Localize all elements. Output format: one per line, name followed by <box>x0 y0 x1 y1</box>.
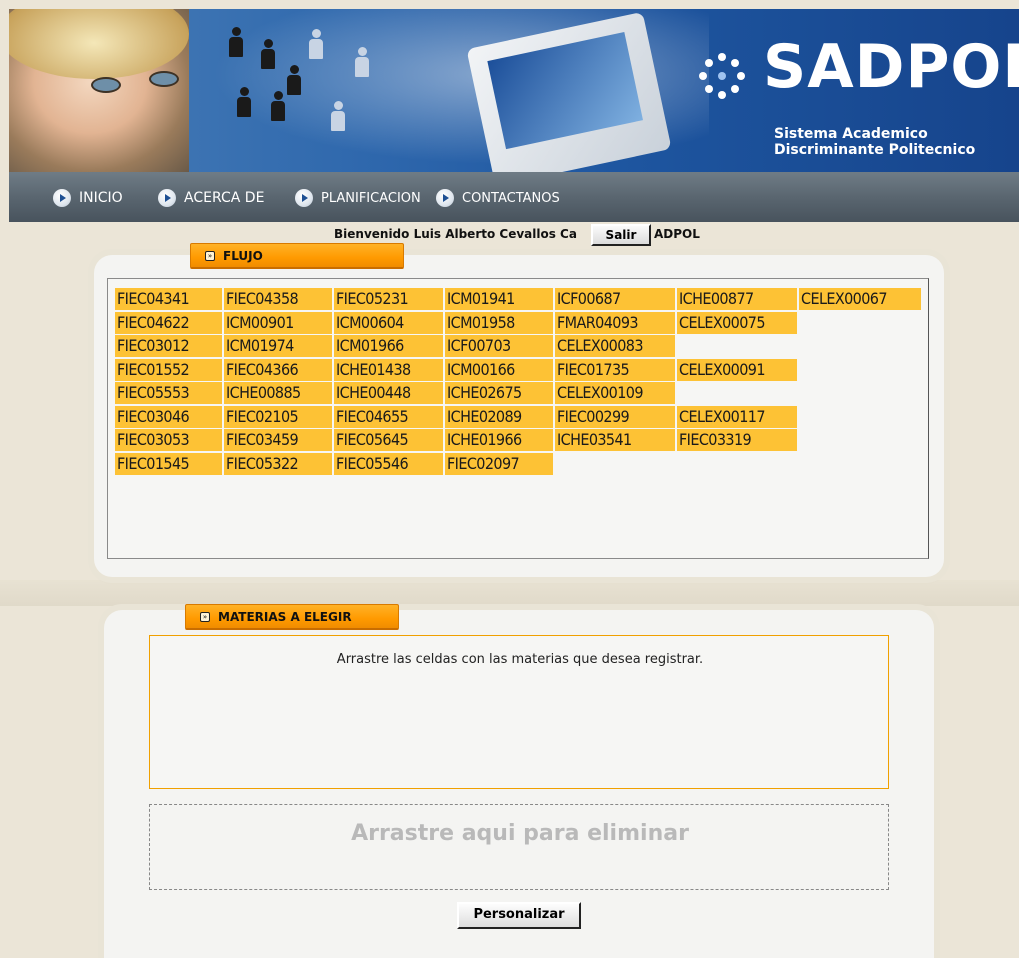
course-cell[interactable]: CELEX00117 <box>677 406 797 428</box>
tab-label: MATERIAS A ELEGIR <box>218 610 352 624</box>
course-cell[interactable]: FIEC02105 <box>224 406 332 428</box>
tab-materias-a-elegir[interactable]: » MATERIAS A ELEGIR <box>185 604 399 630</box>
course-cell[interactable]: FIEC04655 <box>334 406 443 428</box>
person-icon <box>355 47 369 77</box>
background-decoration <box>0 580 1019 606</box>
course-cell[interactable]: ICHE02089 <box>445 406 553 428</box>
logout-button[interactable]: Salir <box>591 224 651 246</box>
banner-face-image <box>9 9 189 172</box>
course-cell[interactable]: ICM00901 <box>224 312 332 334</box>
course-cell[interactable]: ICM01958 <box>445 312 553 334</box>
nav-item-acerca-de[interactable]: ACERCA DE <box>158 186 264 210</box>
course-cell[interactable]: CELEX00067 <box>799 288 921 310</box>
arrow-right-icon <box>295 189 313 207</box>
arrow-right-icon <box>436 189 454 207</box>
nav-label: CONTACTANOS <box>462 190 560 206</box>
logo-subtitle-1: Sistema Academico <box>774 126 928 142</box>
course-cell[interactable]: ICF00703 <box>445 335 553 357</box>
course-cell[interactable]: FIEC04366 <box>224 359 332 381</box>
nav-bar: INICIO ACERCA DE PLANIFICACION CONTACTAN… <box>9 172 1019 222</box>
person-icon <box>271 91 285 121</box>
course-cell[interactable]: FIEC03319 <box>677 429 797 451</box>
course-cell[interactable]: FIEC04622 <box>115 312 222 334</box>
course-cell[interactable]: FIEC01545 <box>115 453 222 475</box>
person-icon <box>229 27 243 57</box>
banner-eye-right <box>149 71 179 87</box>
course-cell[interactable]: FMAR04093 <box>555 312 675 334</box>
course-cell[interactable]: CELEX00083 <box>555 335 675 357</box>
course-cell[interactable]: CELEX00075 <box>677 312 797 334</box>
person-icon <box>331 101 345 131</box>
nav-label: INICIO <box>79 190 123 206</box>
drop-instruction: Arrastre las celdas con las materias que… <box>336 652 704 667</box>
course-cell[interactable]: ICM00166 <box>445 359 553 381</box>
course-cell[interactable]: ICHE01438 <box>334 359 443 381</box>
nav-label: ACERCA DE <box>184 190 265 206</box>
course-cell[interactable]: FIEC01735 <box>555 359 675 381</box>
person-icon <box>309 29 323 59</box>
course-cell[interactable]: FIEC05322 <box>224 453 332 475</box>
course-cell[interactable]: FIEC03459 <box>224 429 332 451</box>
collapse-icon: » <box>200 612 210 622</box>
header-banner: SADPOL Sistema Academico Discriminante P… <box>9 9 1019 172</box>
page: SADPOL Sistema Academico Discriminante P… <box>0 0 1019 958</box>
person-icon <box>261 39 275 69</box>
course-cell[interactable]: FIEC04341 <box>115 288 222 310</box>
course-cell[interactable]: ICM01966 <box>334 335 443 357</box>
course-cell[interactable]: ICM00604 <box>334 312 443 334</box>
course-cell[interactable]: ICM01941 <box>445 288 553 310</box>
person-icon <box>287 65 301 95</box>
course-cell[interactable]: CELEX00109 <box>555 382 675 404</box>
course-cell[interactable]: ICHE00885 <box>224 382 332 404</box>
course-cell[interactable]: ICHE00877 <box>677 288 797 310</box>
logo-title: SADPOL <box>763 32 1019 102</box>
course-cell[interactable]: CELEX00091 <box>677 359 797 381</box>
course-cell[interactable]: FIEC03012 <box>115 335 222 357</box>
banner-hair <box>9 9 189 79</box>
personalizar-button[interactable]: Personalizar <box>457 902 581 929</box>
remove-drop-zone[interactable]: Arrastre aqui para eliminar <box>149 804 889 890</box>
course-cell[interactable]: FIEC03053 <box>115 429 222 451</box>
course-cell[interactable]: FIEC01552 <box>115 359 222 381</box>
course-cell[interactable]: ICHE03541 <box>555 429 675 451</box>
course-cell[interactable]: FIEC05231 <box>334 288 443 310</box>
remove-instruction: Arrastre aqui para eliminar <box>351 821 689 846</box>
collapse-icon: » <box>205 251 215 261</box>
nav-item-planificacion[interactable]: PLANIFICACION <box>295 186 421 210</box>
arrow-right-icon <box>158 189 176 207</box>
course-cell[interactable]: FIEC05645 <box>334 429 443 451</box>
course-cell[interactable]: FIEC02097 <box>445 453 553 475</box>
course-cell[interactable]: ICHE01966 <box>445 429 553 451</box>
course-cell[interactable]: ICF00687 <box>555 288 675 310</box>
course-cell[interactable]: ICHE02675 <box>445 382 553 404</box>
tab-flujo[interactable]: » FLUJO <box>190 243 404 269</box>
course-cell[interactable]: FIEC04358 <box>224 288 332 310</box>
course-cell[interactable]: FIEC05553 <box>115 382 222 404</box>
sadpol-logo-icon <box>699 53 745 99</box>
nav-item-inicio[interactable]: INICIO <box>53 186 123 210</box>
course-cell[interactable]: FIEC03046 <box>115 406 222 428</box>
course-cell[interactable]: ICM01974 <box>224 335 332 357</box>
arrow-right-icon <box>53 189 71 207</box>
logo-subtitle-2: Discriminante Politecnico <box>774 142 976 158</box>
selected-courses-drop-zone[interactable]: Arrastre las celdas con las materias que… <box>149 635 889 789</box>
tab-label: FLUJO <box>223 249 263 263</box>
person-icon <box>237 87 251 117</box>
course-cell[interactable]: FIEC00299 <box>555 406 675 428</box>
welcome-text: Bienvenido Luis Alberto Cevallos Ca <box>334 227 577 241</box>
nav-item-contactanos[interactable]: CONTACTANOS <box>436 186 560 210</box>
course-cell[interactable]: ICHE00448 <box>334 382 443 404</box>
welcome-text-suffix: ADPOL <box>654 227 700 241</box>
nav-label: PLANIFICACION <box>321 190 421 206</box>
course-cell[interactable]: FIEC05546 <box>334 453 443 475</box>
banner-eye-left <box>91 77 121 93</box>
welcome-bar: Bienvenido Luis Alberto Cevallos Ca ADPO… <box>0 224 1019 246</box>
